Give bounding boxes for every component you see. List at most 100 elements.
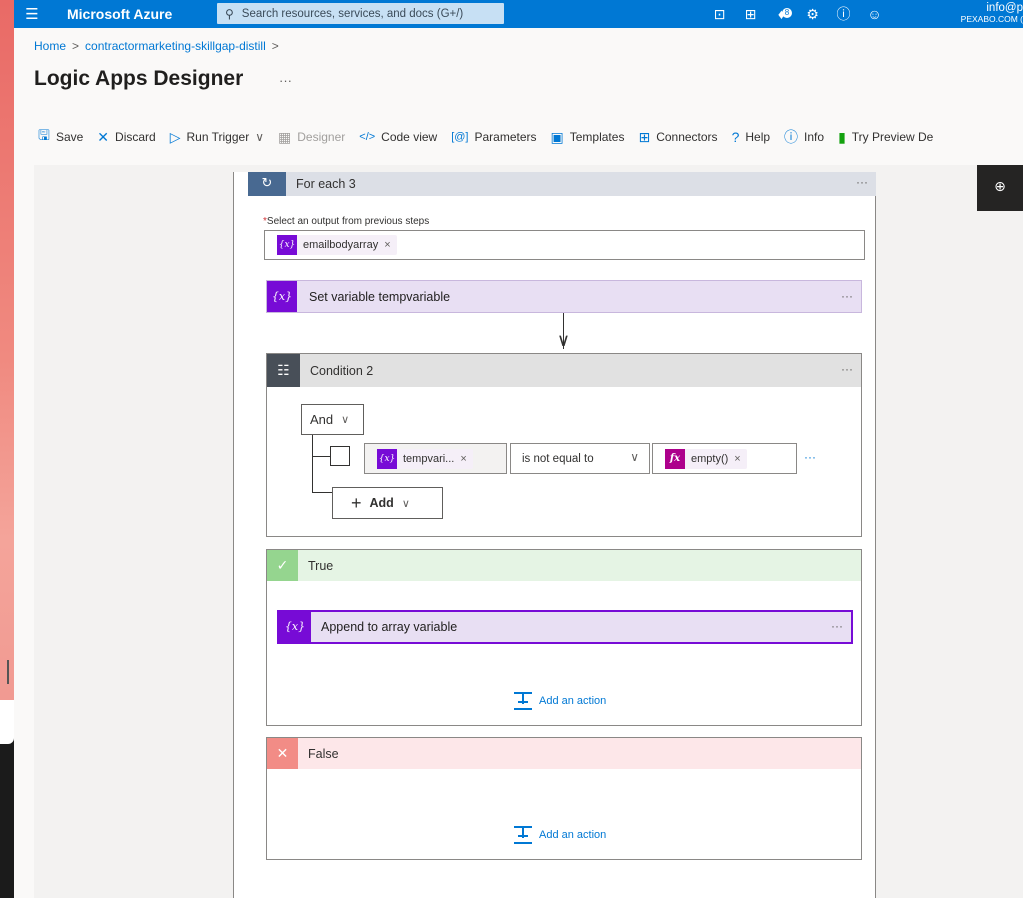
tree-connector [312, 456, 330, 457]
row-select-checkbox[interactable] [330, 446, 350, 466]
gear-icon[interactable]: ⚙ [797, 6, 828, 23]
run-trigger-label: Run Trigger [186, 130, 250, 144]
code-view-button[interactable]: </> Code view [359, 130, 437, 144]
condition-icon: ☷ [267, 354, 300, 387]
chevron-down-icon: ∨ [255, 130, 264, 144]
window-edge-notch [7, 660, 9, 684]
hamburger-menu-icon[interactable]: ☰ [14, 5, 50, 23]
row-more-icon[interactable]: ··· [804, 450, 816, 464]
cloud-shell-icon[interactable]: ⊡ [704, 6, 735, 23]
tree-connector [312, 492, 332, 493]
group-operator-value: And [310, 412, 334, 427]
connectors-button[interactable]: ⊞ Connectors [638, 129, 717, 146]
designer-toolbar: 🖫 Save ✕ Discard ▷ Run Trigger ∨ ▦ Designer <… [38, 127, 947, 147]
templates-button[interactable]: ▣ Templates [551, 129, 625, 146]
set-variable-more-icon[interactable]: ··· [841, 289, 853, 303]
set-variable-card[interactable]: {x} Set variable tempvariable ··· [266, 280, 862, 313]
info-button[interactable]: ⓘ Info [784, 127, 824, 147]
save-label: Save [55, 130, 84, 144]
left-window-edge [0, 0, 14, 898]
info-icon: ⓘ [784, 129, 799, 145]
save-button[interactable]: 🖫 Save [38, 125, 83, 149]
variable-icon: {x} [267, 281, 297, 312]
connectors-icon: ⊞ [638, 128, 651, 145]
top-bar-icons: ⊡ ⊞ ♦8 ⚙ ⓘ ☺ [704, 0, 890, 28]
variable-icon: {x} [277, 235, 297, 255]
directory-filter-icon[interactable]: ⊞ [735, 6, 766, 23]
global-search-input[interactable]: ⚲ Search resources, services, and docs (… [217, 3, 504, 24]
chevron-down-icon: ∨ [341, 414, 350, 426]
designer-button[interactable]: ▦ Designer [278, 129, 345, 146]
search-icon: ⚲ [225, 6, 234, 21]
for-each-card: ↻ For each 3 ··· *Select an output from … [233, 172, 876, 898]
remove-token-icon[interactable]: × [460, 453, 466, 465]
for-each-title: For each 3 [296, 177, 356, 191]
left-operand-label: tempvari... [403, 452, 455, 465]
expression-icon: fx [665, 448, 685, 469]
breadcrumb-resource[interactable]: contractormarketing-skillgap-distill [85, 39, 266, 53]
parameters-button[interactable]: [@] Parameters [451, 130, 536, 144]
output-token[interactable]: {x} emailbodyarray × [277, 235, 397, 255]
page-more-icon[interactable]: ··· [279, 73, 292, 88]
for-each-header[interactable]: ↻ For each 3 ··· [248, 172, 876, 196]
templates-icon: ▣ [550, 128, 564, 145]
remove-token-icon[interactable]: × [734, 453, 740, 465]
window-edge-panel [0, 700, 14, 744]
right-operand-input[interactable]: fx empty() × [652, 443, 797, 474]
azure-portal: ☰ Microsoft Azure ⚲ Search resources, se… [14, 0, 1023, 898]
bookmark-icon: ▮ [838, 128, 846, 145]
for-each-more-icon[interactable]: ··· [856, 175, 868, 189]
close-icon: ✕ [97, 128, 110, 145]
append-array-card[interactable]: {x} Append to array variable ··· [277, 610, 853, 644]
help-button[interactable]: ? Help [732, 129, 770, 145]
false-branch-header[interactable]: ✕ False [267, 738, 861, 769]
required-label: *Select an output from previous steps [263, 216, 429, 227]
left-operand-input[interactable]: {x} tempvari... × [364, 443, 507, 474]
left-operand-token[interactable]: {x} tempvari... × [377, 448, 473, 469]
false-branch: ✕ False Add an action [266, 737, 862, 860]
append-array-more-icon[interactable]: ··· [831, 619, 843, 633]
templates-label: Templates [569, 130, 625, 144]
account-user: info@p [986, 2, 1023, 14]
group-operator-select[interactable]: And ∨ [301, 404, 364, 435]
feedback-icon[interactable]: ☺ [859, 6, 890, 22]
tree-connector [312, 435, 313, 492]
play-icon: ▷ [169, 128, 181, 145]
save-icon: 🖫 [38, 127, 50, 143]
false-add-action-label: Add an action [539, 829, 607, 841]
operator-select[interactable]: is not equal to ∨ [510, 443, 650, 474]
loop-icon: ↻ [248, 172, 286, 196]
true-branch-header[interactable]: ✓ True [267, 550, 861, 581]
breadcrumb-home[interactable]: Home [34, 39, 66, 53]
breadcrumb-separator: > [72, 39, 80, 53]
operator-value: is not equal to [522, 452, 594, 465]
true-branch: ✓ True {x} Append to array variable ··· … [266, 549, 862, 726]
condition-header[interactable]: ☷ Condition 2 ··· [267, 354, 861, 387]
false-add-action-link[interactable]: Add an action [513, 825, 606, 845]
output-selector-input[interactable]: {x} emailbodyarray × [264, 230, 865, 260]
close-icon: ✕ [267, 738, 298, 769]
info-label: Info [804, 130, 825, 144]
checkmark-icon: ✓ [267, 550, 298, 581]
designer-label: Designer [297, 130, 346, 144]
question-icon: ? [731, 129, 740, 145]
chevron-down-icon: ∨ [401, 497, 410, 510]
required-label-text: Select an output from previous steps [266, 216, 430, 227]
discard-button[interactable]: ✕ Discard [97, 129, 155, 146]
notifications-icon[interactable]: ♦8 [766, 6, 797, 22]
condition-more-icon[interactable]: ··· [841, 362, 853, 376]
brand-title[interactable]: Microsoft Azure [67, 6, 217, 22]
help-icon[interactable]: ⓘ [828, 4, 859, 24]
help-label: Help [745, 130, 771, 144]
zoom-in-icon[interactable]: ⊕ [977, 165, 1023, 211]
true-add-action-link[interactable]: Add an action [513, 691, 606, 711]
set-variable-title: Set variable tempvariable [309, 289, 451, 304]
try-preview-button[interactable]: ▮ Try Preview De [838, 129, 933, 146]
account-menu[interactable]: info@p PEXABO.COM ( [961, 0, 1023, 25]
code-icon: </> [359, 131, 376, 143]
right-operand-token[interactable]: fx empty() × [665, 448, 747, 469]
remove-token-icon[interactable]: × [384, 239, 390, 251]
add-condition-button[interactable]: + Add ∨ [332, 487, 443, 519]
run-trigger-button[interactable]: ▷ Run Trigger ∨ [170, 129, 264, 146]
code-view-label: Code view [381, 130, 438, 144]
